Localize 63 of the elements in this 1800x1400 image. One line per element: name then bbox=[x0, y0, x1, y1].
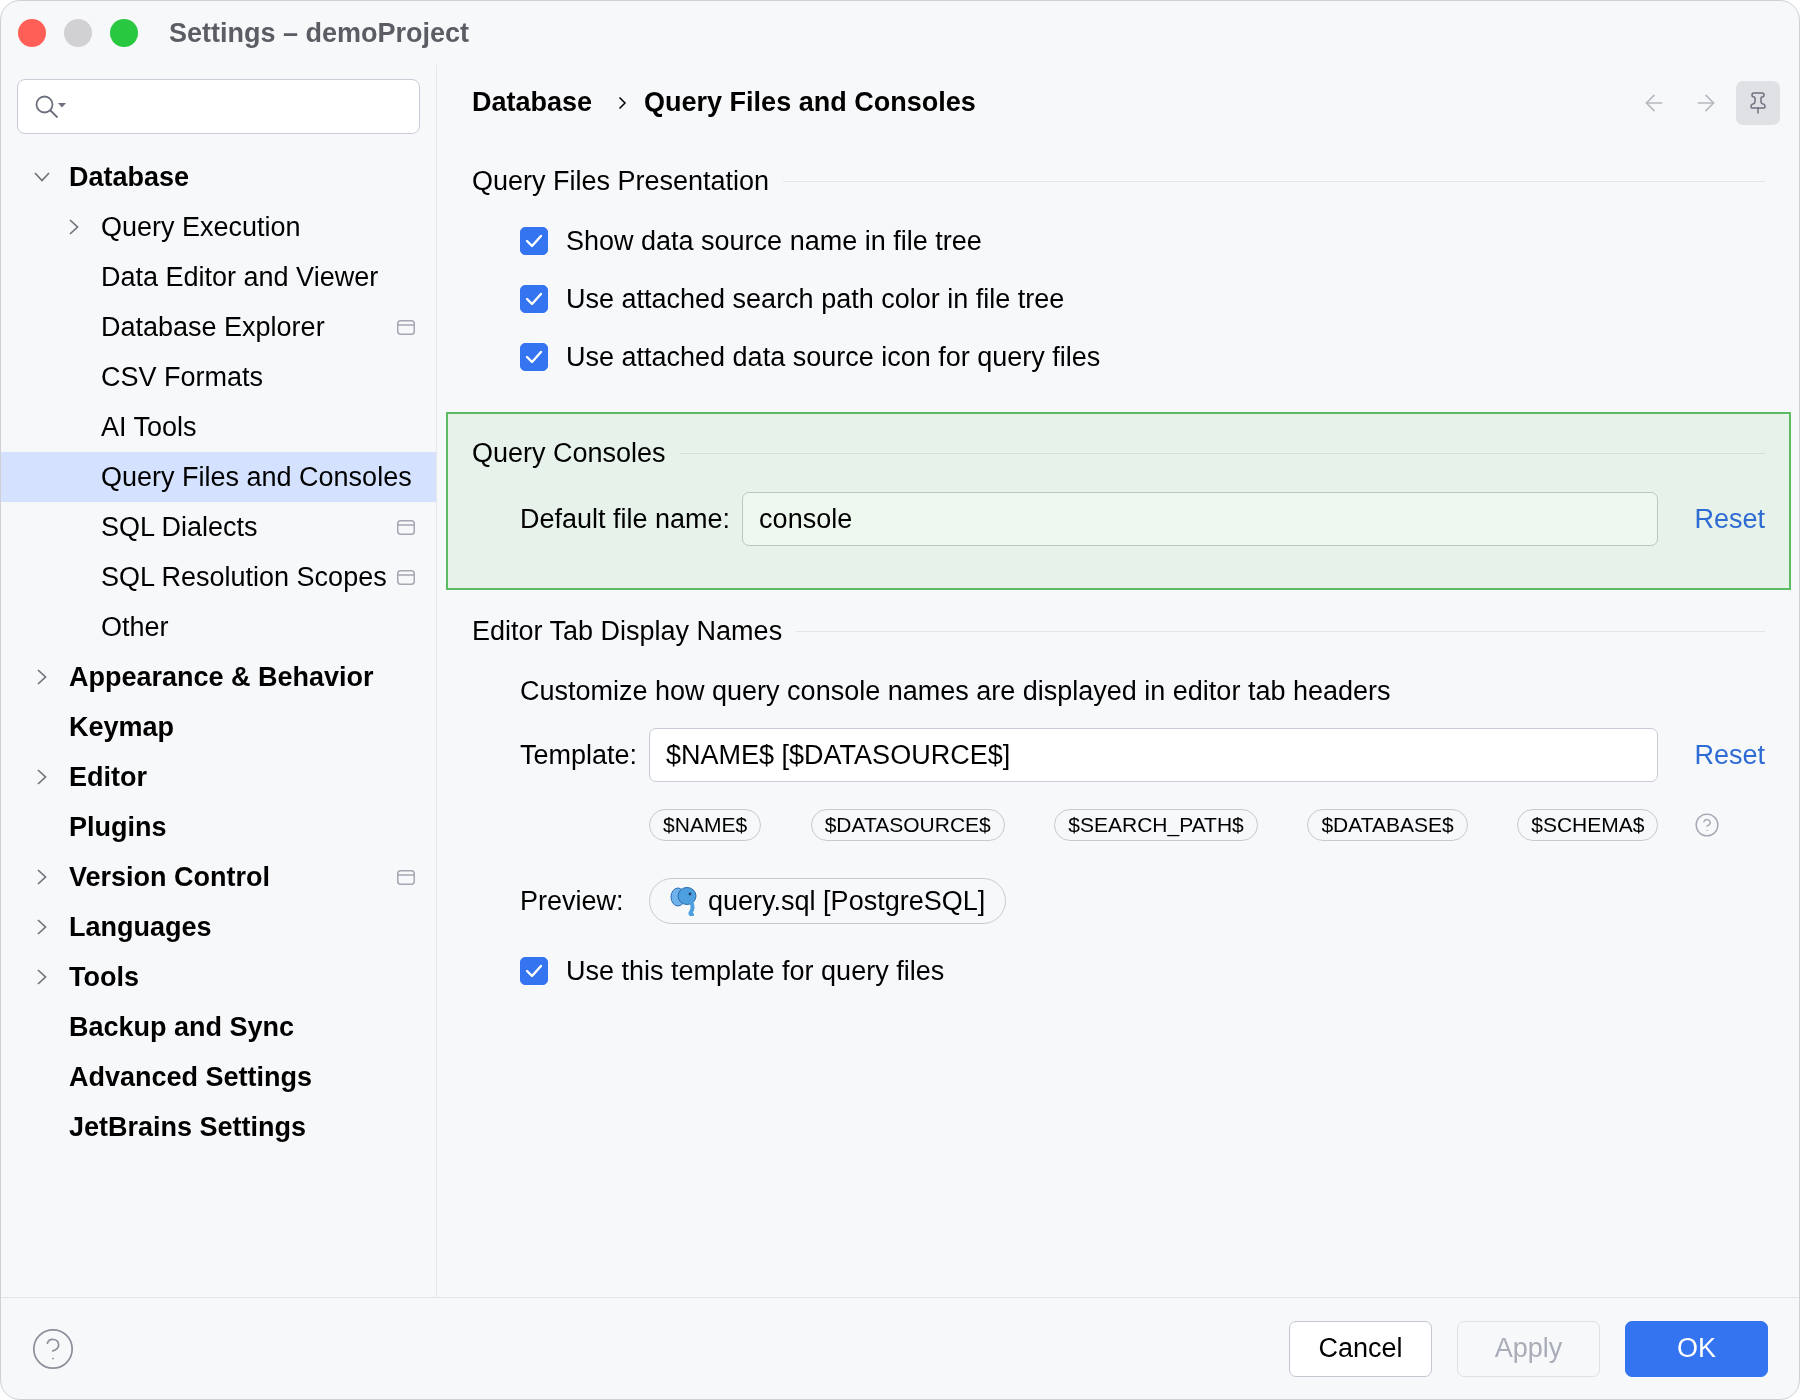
tree-item[interactable]: Data Editor and Viewer bbox=[1, 252, 436, 302]
chevron-right-icon[interactable] bbox=[37, 669, 47, 685]
tree-item[interactable]: Tools bbox=[1, 952, 436, 1002]
tree-item[interactable]: SQL Resolution Scopes bbox=[1, 552, 436, 602]
section-title: Query Consoles bbox=[472, 437, 666, 469]
preview-text: query.sql [PostgreSQL] bbox=[708, 885, 986, 917]
tree-item[interactable]: JetBrains Settings bbox=[1, 1102, 436, 1152]
pin-button[interactable] bbox=[1736, 80, 1780, 125]
reset-link[interactable]: Reset bbox=[1694, 503, 1765, 535]
close-button[interactable] bbox=[18, 19, 46, 47]
checkbox-label[interactable]: Use attached search path color in file tree bbox=[566, 283, 1065, 315]
chevron-right-icon bbox=[618, 95, 628, 110]
tree-item[interactable]: Database bbox=[1, 152, 436, 202]
dialog-button[interactable]: Cancel bbox=[1289, 1320, 1432, 1377]
tree-item[interactable]: Languages bbox=[1, 902, 436, 952]
checkbox-label[interactable]: Use attached data source icon for query files bbox=[566, 341, 1101, 373]
checkbox[interactable] bbox=[520, 285, 548, 313]
search-icon bbox=[34, 93, 66, 120]
reset-link[interactable]: Reset bbox=[1694, 739, 1765, 771]
tree-item[interactable]: Database Explorer bbox=[1, 302, 436, 352]
chevron-right-icon[interactable] bbox=[37, 919, 47, 935]
checkbox[interactable] bbox=[520, 957, 548, 985]
tree-item[interactable]: Keymap bbox=[1, 702, 436, 752]
tree-item[interactable]: Editor bbox=[1, 752, 436, 802]
tree-item[interactable]: Appearance & Behavior bbox=[1, 652, 436, 702]
tree-item[interactable]: Query Execution bbox=[1, 202, 436, 252]
chevron-down-icon[interactable] bbox=[34, 172, 50, 182]
check-icon bbox=[525, 964, 543, 978]
field-label: Preview: bbox=[520, 884, 625, 918]
description-text: Customize how query console names are displayed in editor tab headers bbox=[520, 674, 1391, 708]
checkbox-label[interactable]: Show data source name in file tree bbox=[566, 225, 982, 257]
tree-item[interactable]: Plugins bbox=[1, 802, 436, 852]
check-icon bbox=[525, 350, 543, 364]
tree-item[interactable]: CSV Formats bbox=[1, 352, 436, 402]
chevron-right-icon[interactable] bbox=[37, 869, 47, 885]
check-icon bbox=[525, 234, 543, 248]
search-field[interactable] bbox=[17, 79, 420, 134]
section-title: Editor Tab Display Names bbox=[472, 615, 783, 647]
tree-item[interactable]: Other bbox=[1, 602, 436, 652]
window-title: Settings – demoProject bbox=[169, 17, 470, 49]
check-icon bbox=[525, 292, 543, 306]
tree-item[interactable]: Backup and Sync bbox=[1, 1002, 436, 1052]
breadcrumb-link[interactable]: Database bbox=[472, 87, 593, 118]
field-label: Template: bbox=[520, 738, 638, 772]
section-title: Query Files Presentation bbox=[472, 165, 770, 197]
checkbox-label[interactable]: Use this template for query files bbox=[566, 955, 945, 987]
chevron-right-icon[interactable] bbox=[69, 219, 79, 235]
tree-item[interactable]: SQL Dialects bbox=[1, 502, 436, 552]
dialog-button[interactable]: OK bbox=[1625, 1320, 1768, 1377]
tree-item[interactable]: Version Control bbox=[1, 852, 436, 902]
chevron-right-icon[interactable] bbox=[37, 769, 47, 785]
tree-item[interactable]: Query Files and Consoles bbox=[1, 452, 436, 502]
tree-item[interactable]: Advanced Settings bbox=[1, 1052, 436, 1102]
elephant-icon bbox=[670, 886, 699, 916]
field-label: Default file name: bbox=[520, 502, 731, 536]
tree-item[interactable]: AI Tools bbox=[1, 402, 436, 452]
help-icon[interactable] bbox=[1694, 812, 1721, 838]
checkbox[interactable] bbox=[520, 227, 548, 255]
breadcrumb-current: Query Files and Consoles bbox=[644, 87, 976, 118]
chevron-right-icon[interactable] bbox=[37, 969, 47, 985]
checkbox[interactable] bbox=[520, 343, 548, 371]
text-field[interactable]: $NAME$ [$DATASOURCE$] bbox=[649, 728, 1659, 782]
text-field[interactable]: console bbox=[742, 492, 1659, 546]
